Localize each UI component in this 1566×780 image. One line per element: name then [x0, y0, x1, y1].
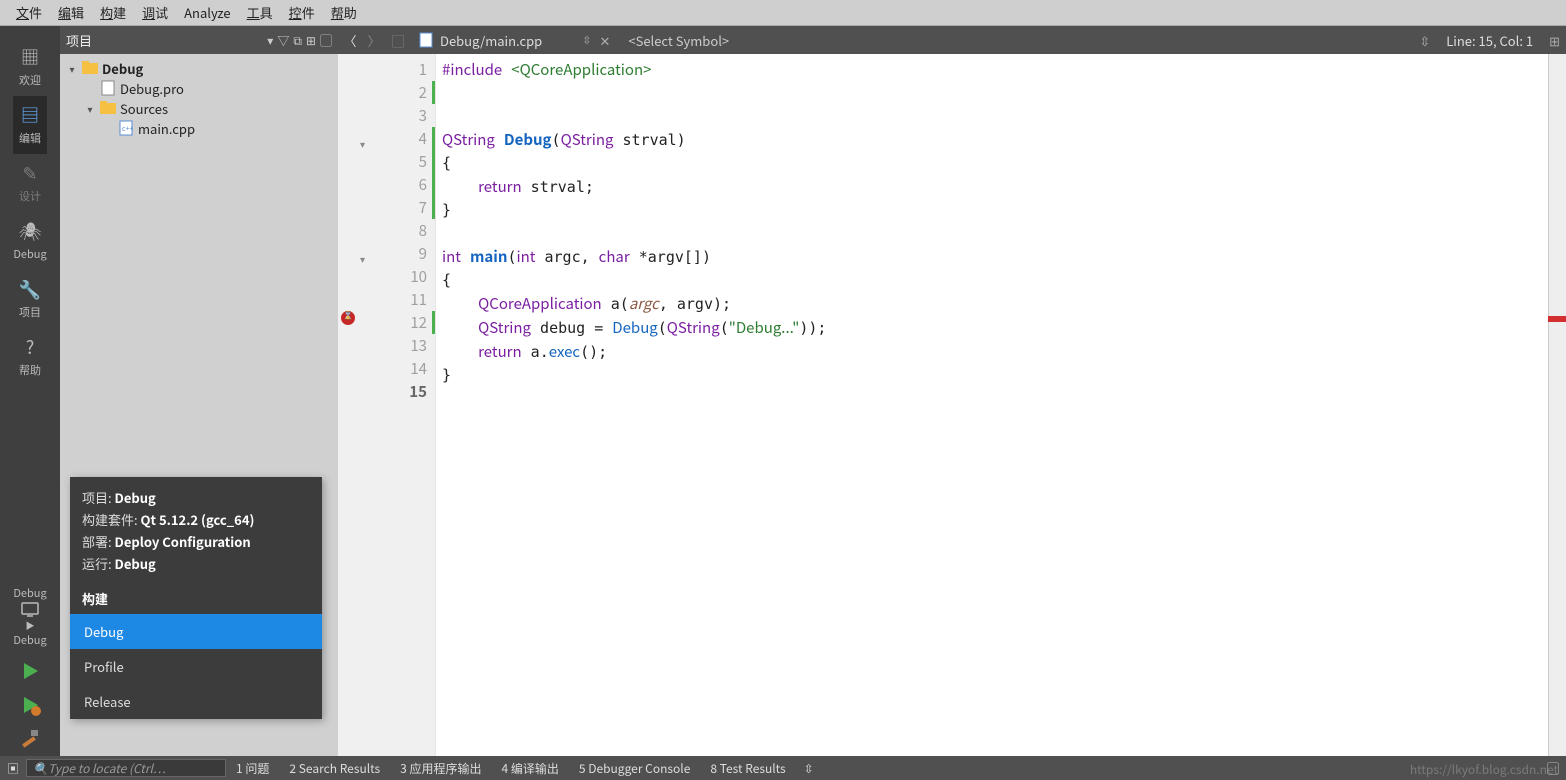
- symbol-placeholder: <Select Symbol>: [628, 31, 729, 50]
- bug-icon: 🕷: [19, 220, 41, 242]
- popup-info: 项目: Debug 构建套件: Qt 5.12.2 (gcc_64) 部署: D…: [70, 477, 322, 583]
- split-add-icon[interactable]: ⊞: [1543, 31, 1566, 50]
- play-debug-icon: [19, 694, 41, 716]
- run-button[interactable]: [0, 654, 60, 688]
- filter-icon[interactable]: ▽: [277, 32, 289, 49]
- menu-F[interactable]: 文件: [8, 3, 50, 22]
- breakpoint-marker[interactable]: [341, 311, 355, 325]
- locator-input[interactable]: 🔍 Type to locate (Ctrl…: [26, 759, 226, 777]
- breakpoint-column[interactable]: [338, 54, 358, 756]
- close-icon[interactable]: ✕: [599, 31, 610, 50]
- monitor-icon: [19, 601, 41, 619]
- updown-icon[interactable]: ⇳: [1413, 31, 1436, 50]
- panel-close-icon[interactable]: ▢: [320, 32, 332, 49]
- link-icon[interactable]: ⧉: [293, 32, 302, 49]
- tab-filename: Debug/main.cpp: [440, 31, 542, 50]
- wrench-icon: 🔧: [19, 278, 41, 300]
- search-icon: 🔍: [33, 760, 48, 777]
- menu-B[interactable]: 构建: [92, 3, 134, 22]
- build-option-release[interactable]: Release: [70, 684, 322, 719]
- output-tab-4[interactable]: 4 编译输出: [492, 760, 569, 777]
- kit-label-bottom: Debug: [13, 632, 46, 648]
- help-icon: ?: [19, 336, 41, 358]
- menubar: 文件编辑构建调试Analyze工具控件帮助: [0, 0, 1566, 26]
- menu-H[interactable]: 帮助: [323, 3, 365, 22]
- tree-project-root[interactable]: ▾ Debug: [60, 58, 338, 78]
- menu-E[interactable]: 编辑: [50, 3, 92, 22]
- line-number-gutter[interactable]: 1234▾56789▾101112131415: [358, 54, 436, 756]
- hammer-icon: [19, 728, 41, 750]
- activity-项目[interactable]: 🔧项目: [13, 270, 46, 328]
- tree-label: Debug: [102, 59, 143, 78]
- chevron-down-icon: ▾: [66, 61, 78, 76]
- tree-pro-file[interactable]: Debug.pro: [60, 78, 338, 98]
- tree-label: Sources: [120, 99, 168, 118]
- output-tab-5[interactable]: 5 Debugger Console: [569, 760, 701, 777]
- nav-forward-icon[interactable]: 〉: [362, 31, 386, 50]
- menu-W[interactable]: 控件: [281, 3, 323, 22]
- activity-欢迎[interactable]: ▦欢迎: [13, 38, 46, 96]
- updown-icon[interactable]: ⇳: [796, 760, 822, 777]
- activity-编辑[interactable]: ▤编辑: [13, 96, 46, 154]
- nav-kit-icon[interactable]: ▢: [386, 31, 410, 50]
- split-add-icon[interactable]: ⊞: [306, 32, 316, 49]
- sidepanel-title: 项目: [66, 31, 92, 50]
- edit-icon: ▤: [19, 104, 41, 126]
- activity-Debug[interactable]: 🕷Debug: [13, 212, 46, 270]
- activity-设计[interactable]: ✎设计: [13, 154, 46, 212]
- output-tab-3[interactable]: 3 应用程序输出: [390, 760, 491, 777]
- file-icon: [100, 80, 116, 96]
- grid-icon: ▦: [19, 46, 41, 68]
- editor-tab[interactable]: Debug/main.cpp ⇳ ✕: [410, 26, 618, 54]
- scroll-marker: [1548, 316, 1566, 322]
- editor-toolbar: 〈 〉 ▢ Debug/main.cpp ⇳ ✕ <Select Symbol>…: [338, 26, 1566, 54]
- output-tab-8[interactable]: 8 Test Results: [700, 760, 795, 777]
- watermark: https://lkyof.blog.csdn.net: [1410, 761, 1558, 778]
- popup-section-header: 构建: [70, 583, 322, 614]
- output-tab-2[interactable]: 2 Search Results: [279, 760, 390, 777]
- debug-run-button[interactable]: [0, 688, 60, 722]
- menu-T[interactable]: 工具: [239, 3, 281, 22]
- sidepanel-header: 项目 ▾ ▽ ⧉ ⊞ ▢: [60, 26, 338, 54]
- build-option-profile[interactable]: Profile: [70, 649, 322, 684]
- kit-label-top: Debug: [13, 585, 46, 601]
- cpp-file-icon: c++: [118, 120, 134, 136]
- pencil-icon: ✎: [19, 162, 41, 184]
- build-button[interactable]: [0, 722, 60, 756]
- menu-Analyze[interactable]: Analyze: [176, 3, 239, 22]
- locator-placeholder: Type to locate (Ctrl…: [48, 760, 166, 777]
- line-col-indicator[interactable]: Line: 15, Col: 1: [1436, 31, 1543, 50]
- build-option-debug[interactable]: Debug: [70, 614, 322, 649]
- dropdown-icon[interactable]: ▾: [267, 32, 273, 49]
- tree-label: main.cpp: [138, 119, 195, 138]
- activity-帮助[interactable]: ?帮助: [13, 328, 46, 386]
- tree-sources-folder[interactable]: ▾ Sources: [60, 98, 338, 118]
- symbol-selector[interactable]: <Select Symbol>: [618, 31, 1413, 50]
- tree-main-cpp[interactable]: c++ main.cpp: [60, 118, 338, 138]
- activity-bar: ▦欢迎▤编辑✎设计🕷Debug🔧项目?帮助 Debug ▶ Debug: [0, 26, 60, 756]
- chevron-down-icon: ▾: [84, 101, 96, 116]
- svg-text:c++: c++: [122, 124, 133, 134]
- target-selector-top[interactable]: Debug ▶ Debug: [0, 579, 60, 654]
- folder-icon: [82, 60, 98, 76]
- tree-label: Debug.pro: [120, 79, 184, 98]
- toggle-sidebar-icon[interactable]: ▣: [0, 760, 26, 777]
- cpp-file-icon: [418, 32, 434, 48]
- updown-icon[interactable]: ⇳: [582, 32, 591, 48]
- menu-D[interactable]: 调试: [134, 3, 176, 22]
- editor-region: 〈 〉 ▢ Debug/main.cpp ⇳ ✕ <Select Symbol>…: [338, 26, 1566, 756]
- play-icon: [19, 660, 41, 682]
- editor-scrollbar[interactable]: [1548, 54, 1566, 756]
- code-editor[interactable]: #include <QCoreApplication> QString Debu…: [436, 54, 1548, 756]
- status-bar: ▣ 🔍 Type to locate (Ctrl… 1 问题2 Search R…: [0, 756, 1566, 780]
- nav-back-icon[interactable]: 〈: [338, 31, 362, 50]
- folder-icon: [100, 100, 116, 116]
- build-config-popup: 项目: Debug 构建套件: Qt 5.12.2 (gcc_64) 部署: D…: [70, 477, 322, 719]
- output-tab-1[interactable]: 1 问题: [226, 760, 279, 777]
